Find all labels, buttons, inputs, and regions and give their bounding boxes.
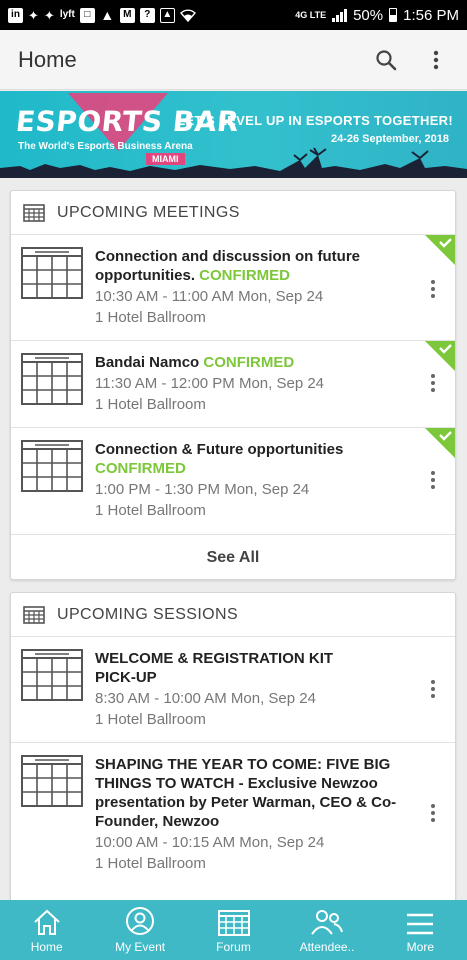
network-indicator: 4G LTE	[295, 10, 327, 20]
clock: 1:56 PM	[403, 6, 459, 24]
meeting-item[interactable]: Bandai Namco CONFIRMED 11:30 AM - 12:00 …	[11, 341, 455, 428]
session-location: 1 Hotel Ballroom	[95, 855, 206, 872]
page-title: Home	[18, 46, 77, 72]
confirmed-check-icon	[425, 428, 455, 458]
nav-more-label: More	[406, 940, 434, 954]
meeting-time: 1:00 PM - 1:30 PM Mon, Sep 24	[95, 481, 310, 498]
search-icon[interactable]	[373, 47, 399, 73]
battery-icon	[389, 8, 398, 22]
meeting-title: Bandai Namco CONFIRMED	[95, 353, 415, 372]
meeting-title: Connection and discussion on future oppo…	[95, 247, 415, 285]
twitch-icon: □	[79, 7, 95, 23]
nav-my-event[interactable]: My Event	[93, 900, 186, 960]
nav-attendees-label: Attendee..	[299, 940, 355, 954]
more-vert-icon[interactable]	[425, 799, 441, 827]
meetings-header: UPCOMING MEETINGS	[11, 191, 455, 235]
nav-forum[interactable]: Forum	[187, 900, 280, 960]
meeting-title-text: Bandai Namco	[95, 354, 200, 371]
alert-icon: ▲	[100, 7, 115, 23]
more-vert-icon[interactable]	[425, 675, 441, 703]
session-item[interactable]: SHAPING THE YEAR TO COME: FIVE BIG THING…	[11, 743, 455, 893]
calendar-icon	[23, 605, 45, 624]
nav-more[interactable]: More	[374, 900, 467, 960]
upcoming-meetings-card: UPCOMING MEETINGS Connection and discuss…	[10, 190, 456, 580]
nav-forum-label: Forum	[216, 940, 251, 954]
bottom-navigation: Home My Event Forum Attendee.. More	[0, 900, 467, 960]
meeting-location: 1 Hotel Ballroom	[95, 309, 206, 326]
person-icon	[126, 907, 155, 935]
linkedin-icon: in	[8, 7, 23, 23]
gmail-icon: M	[119, 7, 135, 23]
calendar-icon	[21, 353, 83, 405]
wifi-icon	[179, 8, 196, 23]
sessions-header-title: UPCOMING SESSIONS	[57, 605, 239, 623]
nav-home-label: Home	[30, 940, 63, 954]
session-item[interactable]: WELCOME & REGISTRATION KIT PICK-UP 8:30 …	[11, 637, 455, 743]
meeting-status: CONFIRMED	[203, 354, 295, 371]
meeting-status: CONFIRMED	[95, 460, 186, 477]
battery-percent: 50%	[353, 6, 384, 24]
people-icon	[311, 910, 343, 935]
nav-my-event-label: My Event	[115, 940, 166, 954]
confirmed-check-icon	[425, 341, 455, 371]
meeting-item[interactable]: Connection and discussion on future oppo…	[11, 235, 455, 341]
calendar-icon	[23, 203, 45, 222]
notification-icons: in ✦ ✦ lyft □ ▲ M ? ▲	[8, 7, 196, 23]
more-vert-icon[interactable]	[423, 47, 449, 73]
app-bar: Home	[0, 30, 467, 90]
calendar-icon	[21, 440, 83, 492]
nav-attendees[interactable]: Attendee..	[280, 900, 373, 960]
calendar-icon	[21, 649, 83, 701]
meetings-header-title: UPCOMING MEETINGS	[57, 203, 240, 221]
meeting-title: Connection & Future opportunities	[95, 441, 344, 458]
confirmed-check-icon	[425, 235, 455, 265]
more-vert-icon[interactable]	[425, 466, 441, 494]
home-icon	[34, 909, 60, 935]
twitter-icon: ✦	[43, 7, 55, 23]
photo-icon: ▲	[159, 7, 175, 23]
session-title: SHAPING THE YEAR TO COME: FIVE BIG THING…	[95, 756, 397, 830]
event-banner[interactable]: ESPORTS BAR The World's Esports Business…	[0, 91, 467, 178]
meeting-location: 1 Hotel Ballroom	[95, 396, 206, 413]
more-vert-icon[interactable]	[425, 275, 441, 303]
session-location: 1 Hotel Ballroom	[95, 711, 206, 728]
meeting-location: 1 Hotel Ballroom	[95, 502, 206, 519]
status-bar: in ✦ ✦ lyft □ ▲ M ? ▲ 4G LTE 50% 1:56 PM	[0, 0, 467, 30]
banner-tagline: LET'S LEVEL UP IN ESPORTS TOGETHER!	[177, 113, 453, 128]
see-all-button[interactable]: See All	[11, 535, 455, 579]
menu-icon	[407, 913, 434, 935]
session-time: 10:00 AM - 10:15 AM Mon, Sep 24	[95, 834, 325, 851]
session-time: 8:30 AM - 10:00 AM Mon, Sep 24	[95, 690, 316, 707]
upcoming-sessions-card: UPCOMING SESSIONS WELCOME & REGISTRATION…	[10, 592, 456, 912]
calendar-icon	[21, 247, 83, 299]
meeting-time: 11:30 AM - 12:00 PM Mon, Sep 24	[95, 375, 325, 392]
twitter-icon: ✦	[28, 7, 39, 23]
signal-icon	[332, 8, 348, 22]
banner-dates: 24-26 September, 2018	[330, 133, 449, 145]
session-title: WELCOME & REGISTRATION KIT PICK-UP	[95, 650, 334, 686]
meeting-time: 10:30 AM - 11:00 AM Mon, Sep 24	[95, 288, 324, 305]
nav-home[interactable]: Home	[0, 900, 93, 960]
meeting-status: CONFIRMED	[199, 267, 290, 284]
help-icon: ?	[139, 7, 155, 23]
sessions-header: UPCOMING SESSIONS	[11, 593, 455, 637]
lyft-icon: lyft	[59, 9, 75, 20]
grid-icon	[217, 910, 250, 936]
meeting-item[interactable]: Connection & Future opportunities CONFIR…	[11, 428, 455, 535]
more-vert-icon[interactable]	[425, 369, 441, 397]
palm-skyline-graphic	[0, 147, 467, 178]
calendar-icon	[21, 755, 83, 807]
